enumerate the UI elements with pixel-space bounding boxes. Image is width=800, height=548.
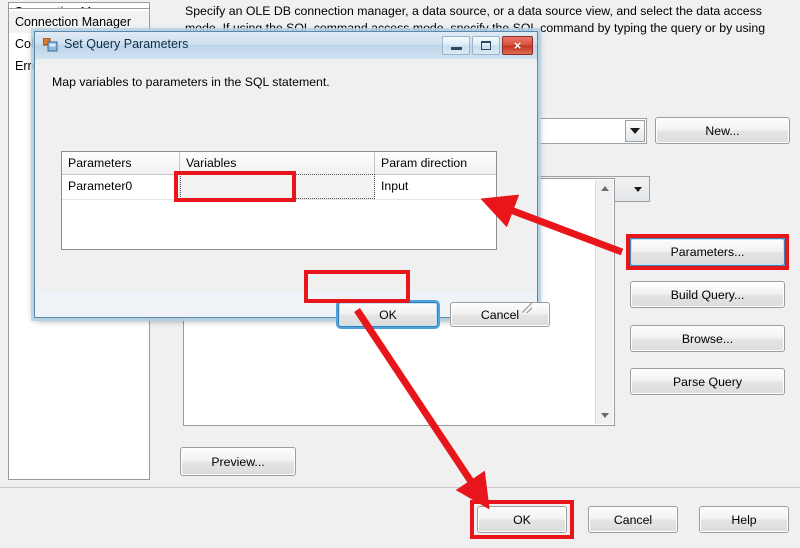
sidebar-item-connection-manager[interactable]: Connection Manager [9,11,149,33]
footer-band [0,488,800,548]
dialog-ok-button[interactable]: OK [338,302,438,327]
window-app-icon [43,38,58,52]
minimize-icon[interactable] [442,36,470,55]
cancel-button[interactable]: Cancel [588,506,678,533]
sidebar-item-label: Connection Manager [15,15,132,29]
grid-header-param-direction[interactable]: Param direction [375,152,496,174]
maximize-icon[interactable] [472,36,500,55]
grid-header-parameters[interactable]: Parameters [62,152,180,174]
grid-cell-variable-selection-outline [180,174,375,199]
parameters-button-label: Parameters... [670,245,745,259]
browse-button[interactable]: Browse... [630,325,785,352]
grid-header-row: Parameters Variables Param direction [62,152,496,175]
dialog-cancel-button-label: Cancel [480,307,520,322]
parse-query-button[interactable]: Parse Query [630,368,785,395]
build-query-button-label: Build Query... [670,287,745,302]
parameters-button[interactable]: Parameters... [630,238,785,266]
preview-button-label: Preview... [211,454,265,469]
chevron-down-icon[interactable] [628,178,648,200]
set-query-parameters-dialog: Set Query Parameters × Map variables to … [34,31,550,327]
resize-grip-icon[interactable] [522,303,532,313]
help-button[interactable]: Help [699,506,789,533]
dialog-cancel-button[interactable]: Cancel [450,302,550,327]
grid-header-variables[interactable]: Variables [180,152,375,174]
grid-cell-parameter[interactable]: Parameter0 [62,174,180,199]
ok-button[interactable]: OK [477,506,567,533]
new-button-label: New... [705,123,740,138]
dialog-titlebar[interactable]: Set Query Parameters × [35,32,537,60]
chevron-down-icon[interactable] [625,120,645,142]
connection-manager-combo[interactable] [525,118,647,144]
preview-button[interactable]: Preview... [180,447,296,476]
dialog-title: Set Query Parameters [64,37,189,51]
dialog-ok-button-label: OK [379,307,397,322]
cancel-button-label: Cancel [613,512,653,527]
new-button[interactable]: New... [655,117,790,144]
help-button-label: Help [731,512,757,527]
build-query-button[interactable]: Build Query... [630,281,785,308]
dialog-instruction: Map variables to parameters in the SQL s… [52,75,330,89]
parameters-grid[interactable]: Parameters Variables Param direction Par… [61,151,497,250]
parse-query-button-label: Parse Query [672,374,743,389]
grid-cell-direction[interactable]: Input [375,174,496,199]
scroll-down-icon[interactable] [596,407,613,424]
scroll-up-icon[interactable] [596,180,613,197]
ok-button-label: OK [513,512,531,527]
browse-button-label: Browse... [681,331,734,346]
close-icon[interactable]: × [502,36,533,55]
sql-vertical-scrollbar[interactable] [595,180,613,424]
